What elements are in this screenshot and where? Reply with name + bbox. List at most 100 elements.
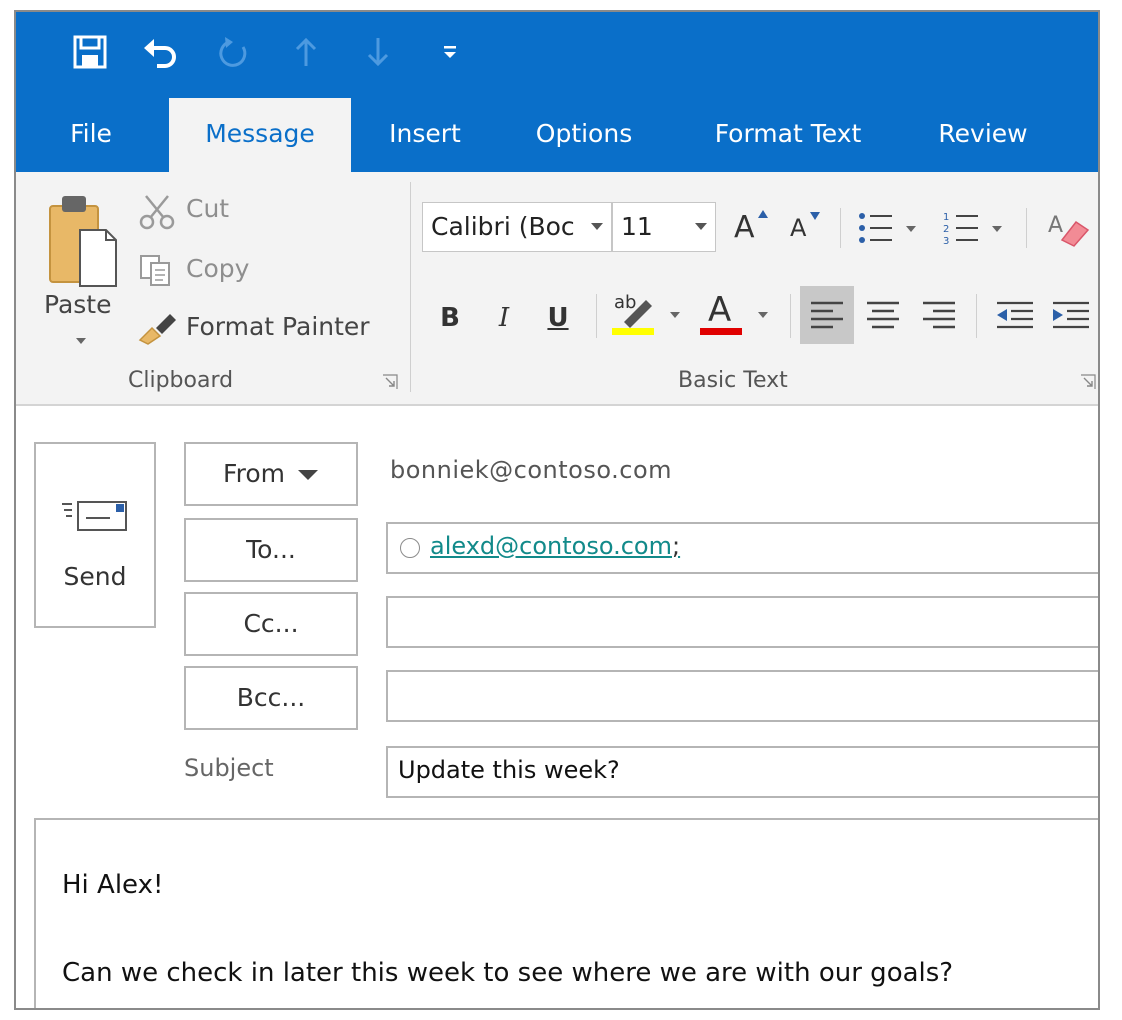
copy-icon [140, 255, 170, 286]
separator [976, 294, 977, 338]
separator [790, 294, 791, 338]
copy-button[interactable]: Copy [136, 246, 276, 294]
customize-toolbar-button[interactable] [428, 30, 472, 74]
format-painter-label: Format Painter [186, 312, 370, 341]
save-button[interactable] [68, 30, 112, 74]
font-color-button[interactable]: A [700, 286, 780, 346]
bcc-button[interactable]: Bcc... [184, 666, 358, 730]
clear-formatting-button[interactable]: A [1046, 206, 1098, 252]
italic-button[interactable]: I [482, 290, 526, 346]
svg-text:1: 1 [943, 212, 949, 223]
align-right-button[interactable] [912, 286, 966, 344]
separator [596, 294, 597, 338]
format-painter-button[interactable]: Format Painter [136, 304, 388, 352]
to-field[interactable]: alexd@contoso.com; [386, 522, 1098, 574]
ribbon-tabs: File Message Insert Options Format Text … [16, 96, 1098, 172]
paste-button[interactable]: Paste [38, 186, 122, 356]
recipient-separator: ; [672, 532, 681, 560]
bcc-field[interactable] [386, 670, 1098, 722]
align-left-button[interactable] [800, 286, 854, 344]
cc-button[interactable]: Cc... [184, 592, 358, 656]
highlight-button[interactable]: ab [612, 286, 692, 346]
increase-indent-button[interactable] [1044, 286, 1098, 344]
numbered-list-icon: 1 2 3 [943, 212, 978, 247]
chevron-down-icon [695, 223, 707, 230]
from-button[interactable]: From [184, 442, 358, 506]
bullets-button[interactable] [856, 206, 926, 252]
chevron-down-icon [591, 223, 603, 230]
grow-font-glyph: A [734, 210, 755, 245]
grow-font-button[interactable]: A [730, 206, 770, 252]
to-button[interactable]: To... [184, 518, 358, 582]
chevron-down-icon [670, 312, 680, 318]
numbering-button[interactable]: 1 2 3 [942, 206, 1012, 252]
tab-message[interactable]: Message [169, 98, 351, 172]
chevron-down-icon [906, 226, 916, 232]
clipboard-paste-icon [49, 196, 117, 287]
clipboard-group-label: Clipboard [128, 368, 234, 393]
cut-label: Cut [186, 194, 230, 223]
chevron-down-icon [758, 312, 768, 318]
bold-button[interactable]: B [428, 290, 472, 346]
font-color-glyph: A [708, 290, 732, 330]
basic-text-dialog-launcher-icon[interactable] [1080, 374, 1096, 390]
clipboard-dialog-launcher-icon[interactable] [382, 374, 398, 390]
copy-label: Copy [186, 254, 250, 283]
font-size-combo[interactable]: 11 [612, 202, 716, 252]
previous-item-icon [295, 37, 317, 66]
paste-label: Paste [44, 290, 112, 319]
send-envelope-icon [62, 501, 127, 531]
underline-button[interactable]: U [536, 290, 580, 346]
align-center-icon [867, 301, 899, 329]
svg-text:ab: ab [614, 292, 636, 313]
message-body[interactable]: Hi Alex! Can we check in later this week… [34, 818, 1098, 1008]
tab-options[interactable]: Options [514, 96, 654, 172]
svg-text:3: 3 [943, 236, 949, 247]
next-item-icon [367, 38, 389, 67]
cc-field[interactable] [386, 596, 1098, 648]
align-right-icon [923, 301, 955, 329]
svg-text:2: 2 [943, 224, 949, 235]
shrink-font-button[interactable]: A [786, 206, 826, 252]
basic-text-group-label: Basic Text [678, 368, 788, 393]
undo-icon [144, 39, 176, 68]
grow-font-icon [758, 210, 768, 218]
next-item-button[interactable] [356, 30, 400, 74]
shrink-font-glyph: A [790, 214, 807, 242]
separator [1026, 208, 1027, 248]
chevron-down-icon [297, 470, 318, 480]
subject-field[interactable]: Update this week? [386, 746, 1098, 798]
recipient-address: alexd@contoso.com [430, 532, 672, 560]
tab-insert[interactable]: Insert [372, 96, 478, 172]
body-greeting: Hi Alex! [62, 870, 164, 900]
tab-file[interactable]: File [46, 96, 136, 172]
eraser-icon: A [1048, 213, 1090, 247]
font-color-bar-icon [700, 328, 742, 335]
redo-button[interactable] [212, 30, 256, 74]
bullet-list-icon [859, 213, 892, 243]
chevron-down-icon [992, 226, 1002, 232]
undo-button[interactable] [138, 30, 182, 74]
send-button[interactable]: Send [34, 442, 156, 628]
tab-format-text[interactable]: Format Text [692, 96, 884, 172]
svg-text:A: A [1048, 213, 1063, 238]
from-address: bonniek@contoso.com [390, 456, 673, 484]
cut-button[interactable]: Cut [136, 186, 276, 234]
tab-review[interactable]: Review [918, 96, 1048, 172]
save-icon [73, 35, 107, 69]
font-name-combo[interactable]: Calibri (Boc [422, 202, 612, 252]
redo-icon [219, 37, 247, 67]
body-text: Can we check in later this week to see w… [62, 958, 954, 988]
font-name-value: Calibri (Boc [431, 212, 575, 241]
paste-dropdown-arrow [76, 338, 86, 344]
recipient-chip[interactable]: alexd@contoso.com; [430, 532, 680, 560]
decrease-indent-button[interactable] [988, 286, 1042, 344]
outlook-message-window: File Message Insert Options Format Text … [14, 10, 1100, 1010]
previous-item-button[interactable] [284, 30, 328, 74]
presence-status-icon [400, 538, 420, 558]
from-button-label: From [223, 459, 285, 488]
subject-label: Subject [184, 754, 274, 782]
align-center-button[interactable] [856, 286, 910, 344]
align-left-icon [811, 301, 843, 329]
highlighter-icon: ab [612, 292, 654, 335]
